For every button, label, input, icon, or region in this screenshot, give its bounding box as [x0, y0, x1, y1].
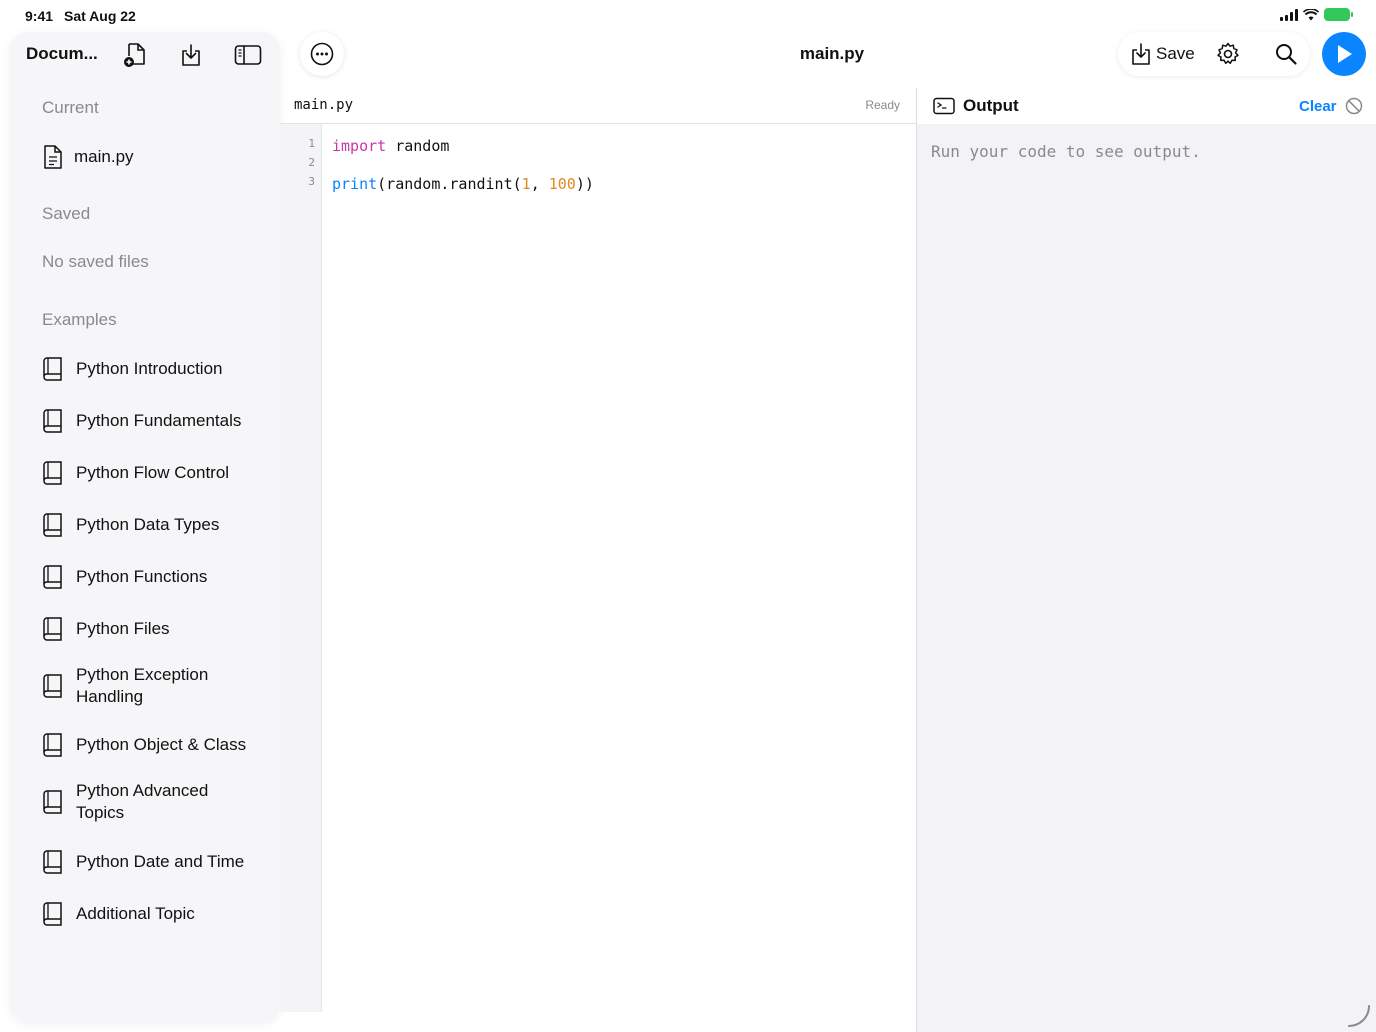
example-label: Python Flow Control	[76, 463, 230, 482]
ellipsis-circle-icon	[310, 42, 334, 66]
book-icon	[43, 357, 62, 381]
book-icon	[43, 902, 62, 926]
example-item[interactable]: Python Introduction	[42, 356, 272, 382]
example-item[interactable]: Python Functions	[42, 564, 272, 590]
status-date: Sat Aug 22	[64, 8, 136, 24]
output-header: Output Clear	[917, 88, 1376, 124]
sidebar-title[interactable]: Docum...	[26, 44, 98, 64]
example-item[interactable]: Python Flow Control	[42, 460, 272, 486]
editor-status: Ready	[865, 98, 900, 112]
code-text: random	[386, 137, 450, 155]
toggle-sidebar-button[interactable]	[233, 40, 263, 70]
code-number: 1	[521, 175, 531, 193]
book-icon	[43, 461, 62, 485]
current-file-item[interactable]: main.py	[42, 144, 272, 170]
wifi-icon	[1303, 8, 1319, 20]
editor-filename: main.py	[294, 97, 354, 113]
run-button[interactable]	[1322, 32, 1366, 76]
code-text: ,	[530, 175, 549, 193]
example-label: Python Fundamentals	[76, 411, 242, 430]
current-file-label: main.py	[74, 147, 134, 166]
settings-button[interactable]	[1216, 42, 1240, 71]
output-title: Output	[963, 96, 1019, 115]
example-label: Python Functions	[76, 567, 208, 586]
book-icon	[43, 409, 62, 433]
code-number: 100	[548, 175, 576, 193]
example-label: Python Date and Time	[76, 852, 245, 871]
terminal-icon	[933, 97, 955, 115]
book-icon	[43, 617, 62, 641]
example-item[interactable]: Python Exception Handling	[42, 664, 272, 708]
import-button[interactable]	[176, 40, 206, 70]
output-panel: Output Clear Run your code to see output…	[916, 88, 1376, 1032]
status-icons	[1280, 8, 1353, 21]
resize-handle-icon[interactable]	[1347, 1000, 1371, 1028]
save-icon	[1132, 43, 1150, 65]
search-icon	[1276, 44, 1297, 65]
example-item[interactable]: Additional Topic	[42, 901, 272, 927]
status-time: 9:41	[25, 8, 54, 24]
example-label: Python Data Types	[76, 515, 220, 534]
example-item[interactable]: Python Data Types	[42, 512, 272, 538]
toolbar-actions: Save	[1118, 32, 1310, 76]
gear-icon	[1217, 42, 1239, 65]
more-options-button[interactable]	[300, 32, 344, 76]
section-label-examples: Examples	[42, 310, 117, 329]
document-icon	[44, 145, 62, 169]
clear-button[interactable]: Clear	[1299, 98, 1337, 115]
book-icon	[43, 513, 62, 537]
book-icon	[43, 674, 62, 698]
output-placeholder: Run your code to see output.	[931, 142, 1201, 161]
example-label: Additional Topic	[76, 904, 195, 923]
editor-header: main.py Ready	[280, 88, 916, 124]
document-title: main.py	[799, 44, 865, 63]
example-label: Python Introduction	[76, 359, 223, 378]
example-label: Python Files	[76, 619, 170, 638]
new-document-icon	[124, 43, 145, 67]
saved-empty-text: No saved files	[42, 252, 149, 271]
search-button[interactable]	[1274, 42, 1298, 71]
code-keyword: import	[332, 137, 387, 155]
example-item[interactable]: Python Date and Time	[42, 849, 272, 875]
code-editor[interactable]: import random print(random.randint(1, 10…	[322, 124, 916, 1012]
example-label: Python Object & Class	[76, 735, 247, 754]
line-number-gutter: 1 2 3	[280, 124, 322, 1012]
clear-icon[interactable]	[1345, 97, 1363, 115]
import-icon	[182, 44, 200, 66]
code-text: (random.randint(	[377, 175, 522, 193]
status-bar: 9:41 Sat Aug 22	[0, 0, 1376, 32]
example-item[interactable]: Python Object & Class	[42, 732, 272, 758]
section-label-current: Current	[42, 98, 99, 117]
line-number: 3	[308, 175, 315, 188]
battery-icon	[1324, 8, 1353, 21]
sidebar-toolbar: Docum...	[10, 32, 280, 80]
code-builtin: print	[332, 175, 378, 193]
book-icon	[43, 733, 62, 757]
book-icon	[43, 565, 62, 589]
cellular-signal-icon	[1280, 8, 1298, 21]
section-label-saved: Saved	[42, 204, 91, 223]
play-icon	[1338, 45, 1352, 63]
code-text: ))	[575, 175, 594, 193]
book-icon	[43, 790, 62, 814]
line-number: 2	[308, 156, 315, 169]
save-button[interactable]: Save	[1130, 42, 1195, 66]
example-label: Python Exception Handling	[76, 665, 209, 706]
book-icon	[43, 850, 62, 874]
example-item[interactable]: Python Advanced Topics	[42, 780, 272, 824]
example-item[interactable]: Python Fundamentals	[42, 408, 272, 434]
new-document-button[interactable]	[120, 40, 150, 70]
sidebar-toggle-icon	[234, 45, 262, 65]
example-label: Python Advanced Topics	[76, 781, 209, 822]
code-line: import random	[332, 137, 449, 155]
sidebar: Docum... Current main.py Saved No saved …	[10, 32, 280, 1022]
code-line: print(random.randint(1, 100))	[332, 175, 594, 193]
save-label: Save	[1156, 44, 1195, 63]
example-item[interactable]: Python Files	[42, 616, 272, 642]
line-number: 1	[308, 137, 315, 150]
